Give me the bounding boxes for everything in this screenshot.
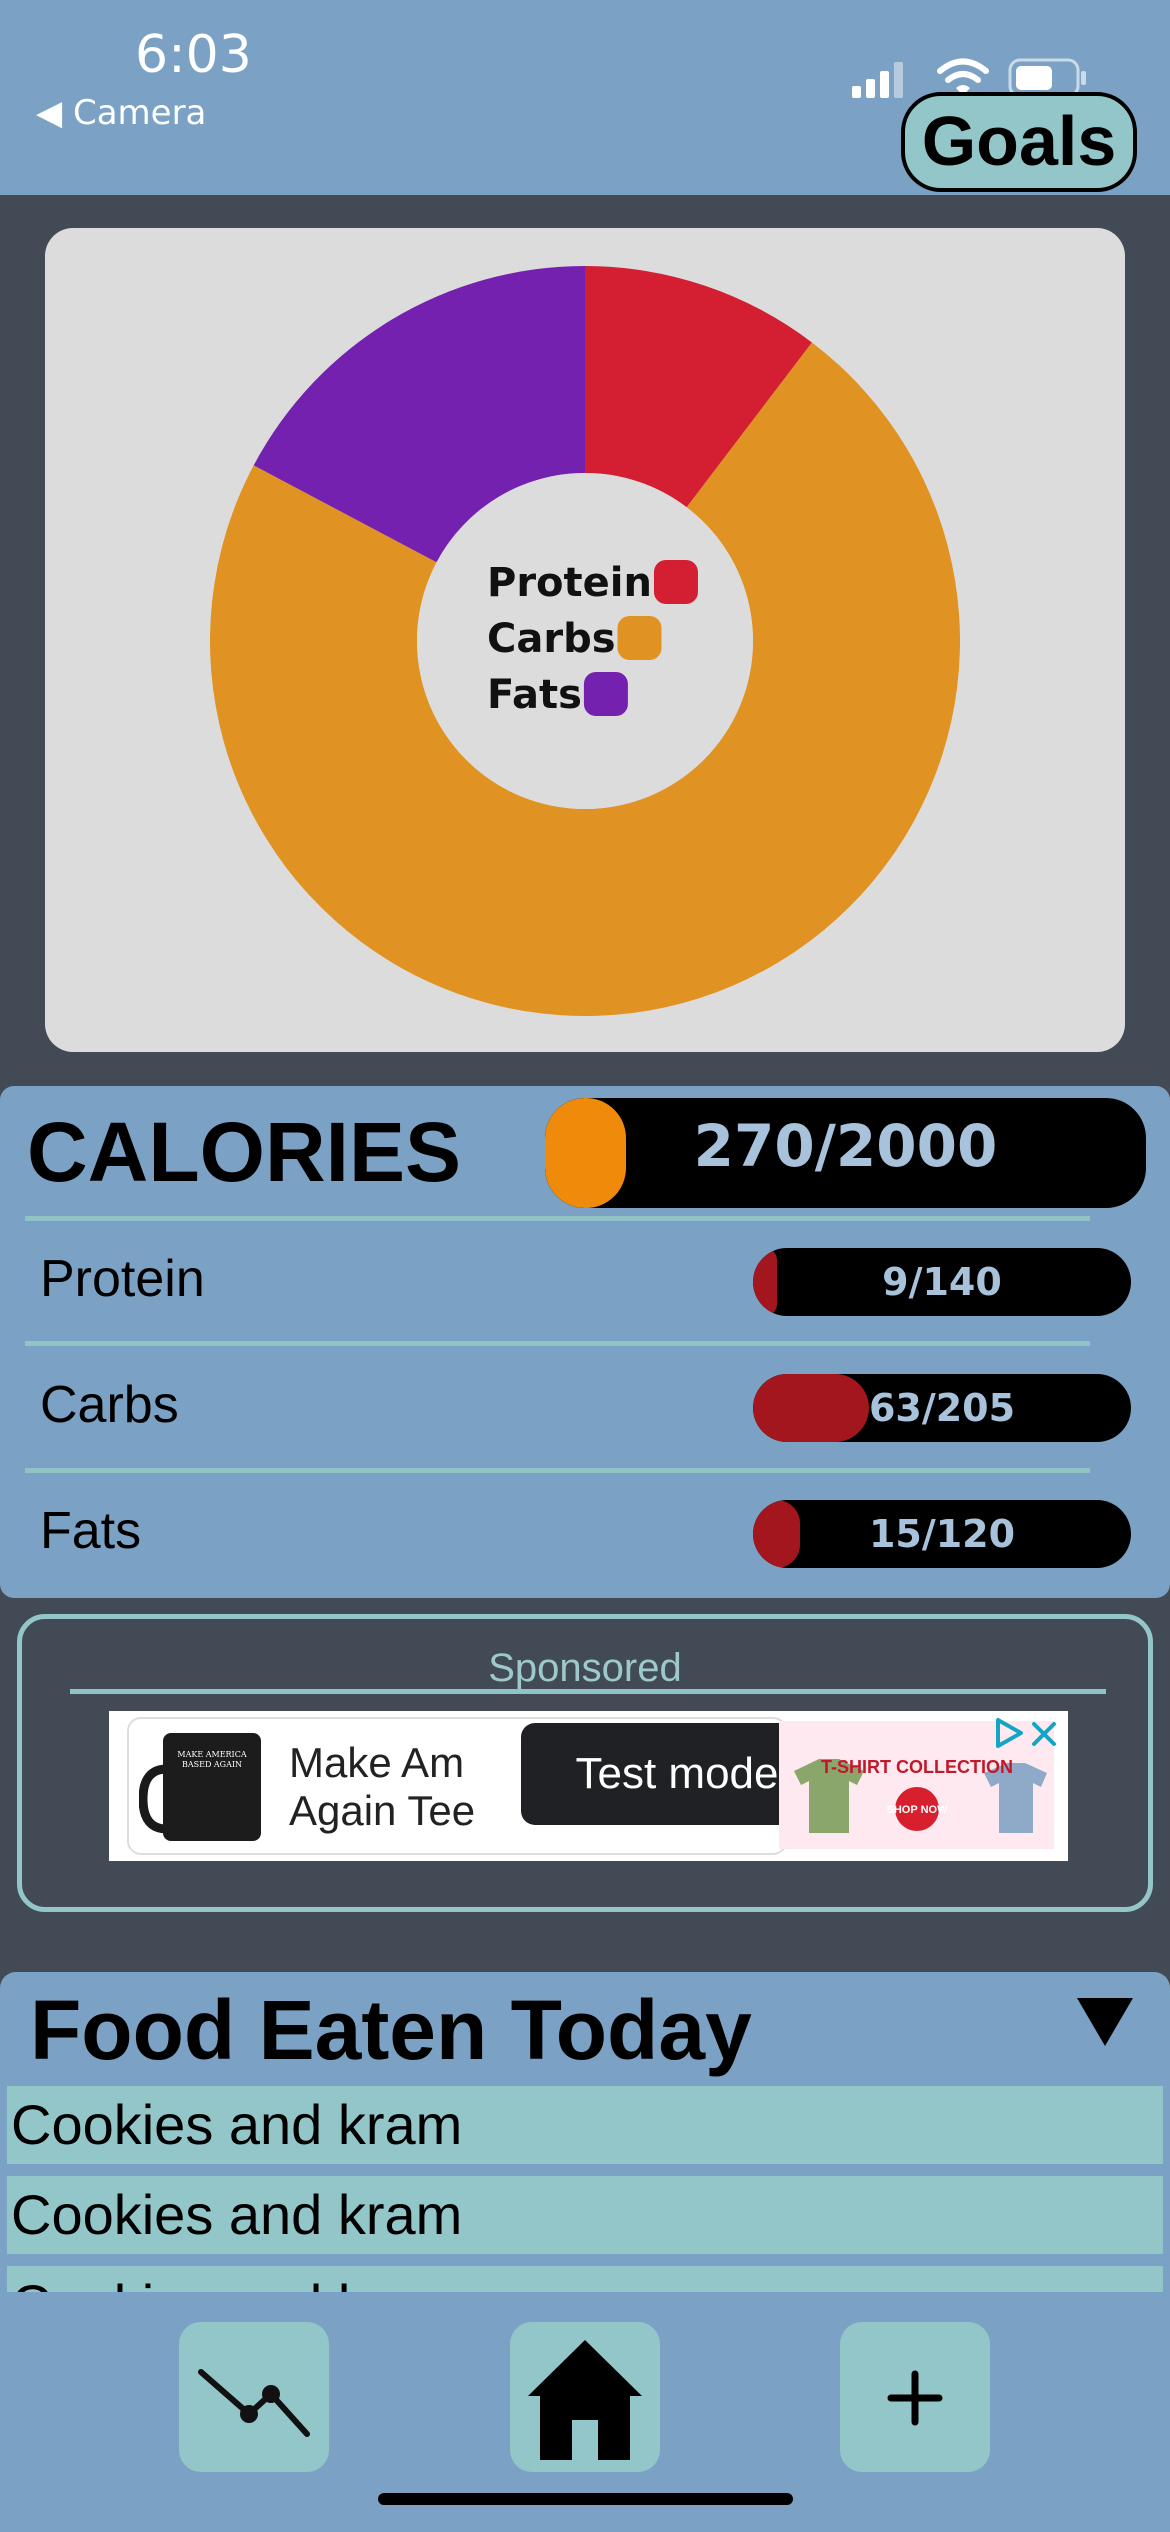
macro-donut-chart: Protein Carbs Fats <box>209 266 960 1016</box>
home-button[interactable] <box>510 2322 660 2472</box>
legend-swatch-fats <box>583 672 628 716</box>
back-to-camera-link[interactable]: ◀ Camera <box>36 93 206 133</box>
fats-label: Fats <box>40 1502 142 1560</box>
home-icon <box>528 2340 642 2460</box>
divider <box>70 1689 1106 1694</box>
ad-headline-line2: Again Tee <box>289 1787 476 1834</box>
sponsored-label: Sponsored <box>488 1646 682 1690</box>
svg-text:MAKE AMERICA: MAKE AMERICA <box>177 1750 246 1759</box>
fats-value: 15/120 <box>868 1512 1016 1556</box>
food-list-item[interactable]: Cookies and kram <box>7 2176 1163 2254</box>
macro-chart-card: Protein Carbs Fats <box>45 228 1125 1052</box>
calories-progress-bar: 270/2000 <box>545 1098 1146 1208</box>
divider <box>25 1468 1090 1473</box>
protein-value: 9/140 <box>882 1260 1002 1304</box>
signal-icon <box>852 62 903 98</box>
carbs-label: Carbs <box>40 1376 179 1434</box>
trend-chart-icon <box>198 2369 310 2437</box>
fats-progress-bar: 15/120 <box>753 1500 1131 1568</box>
plus-icon <box>887 2370 943 2426</box>
trend-button[interactable] <box>179 2322 329 2472</box>
adchoices-icon[interactable] <box>994 1717 1024 1749</box>
calories-label: CALORIES <box>27 1105 462 1199</box>
carbs-progress-bar: 63/205 <box>753 1374 1131 1442</box>
add-food-button[interactable] <box>840 2322 990 2472</box>
food-eaten-section: Food Eaten Today Cookies and kram Cookie… <box>0 1972 1170 2292</box>
food-section-title: Food Eaten Today <box>30 1983 752 2077</box>
ad-headline-line1: Make Am <box>289 1739 465 1786</box>
close-ad-icon[interactable] <box>1029 1719 1059 1749</box>
divider <box>25 1341 1090 1346</box>
protein-progress-bar: 9/140 <box>753 1248 1131 1316</box>
food-list-item[interactable]: Cookies and kram <box>7 2086 1163 2164</box>
food-list-item[interactable]: Cookies and kram <box>7 2266 1163 2292</box>
divider <box>25 1216 1090 1221</box>
carbs-value: 63/205 <box>868 1386 1016 1430</box>
legend-label-protein: Protein <box>487 560 652 606</box>
ad-banner[interactable]: MAKE AMERICA BASED AGAIN Make Am Again T… <box>109 1711 1068 1861</box>
legend-label-carbs: Carbs <box>487 616 616 662</box>
legend-swatch-protein <box>653 560 698 604</box>
calories-value: 270/2000 <box>693 1112 998 1180</box>
triangle-down-icon[interactable] <box>1075 1994 1135 2050</box>
svg-text:SHOP NOW: SHOP NOW <box>887 1804 949 1816</box>
mug-image: MAKE AMERICA BASED AGAIN <box>139 1733 261 1841</box>
status-time: 6:03 <box>135 25 252 85</box>
home-indicator <box>378 2493 793 2505</box>
svg-text:T-SHIRT COLLECTION: T-SHIRT COLLECTION <box>821 1757 1013 1777</box>
legend-label-fats: Fats <box>487 672 582 718</box>
header-bar: 6:03 ◀ Camera Goals <box>0 0 1170 195</box>
svg-text:BASED AGAIN: BASED AGAIN <box>182 1760 242 1769</box>
goals-button[interactable]: Goals <box>901 92 1137 192</box>
protein-label: Protein <box>40 1250 205 1308</box>
macros-panel: CALORIES 270/2000 Protein 9/140 Carbs 63… <box>0 1086 1170 1598</box>
sponsored-ad: Sponsored MAKE AMERICA BASED AGAIN Make … <box>17 1614 1153 1912</box>
legend-swatch-carbs <box>617 616 662 660</box>
